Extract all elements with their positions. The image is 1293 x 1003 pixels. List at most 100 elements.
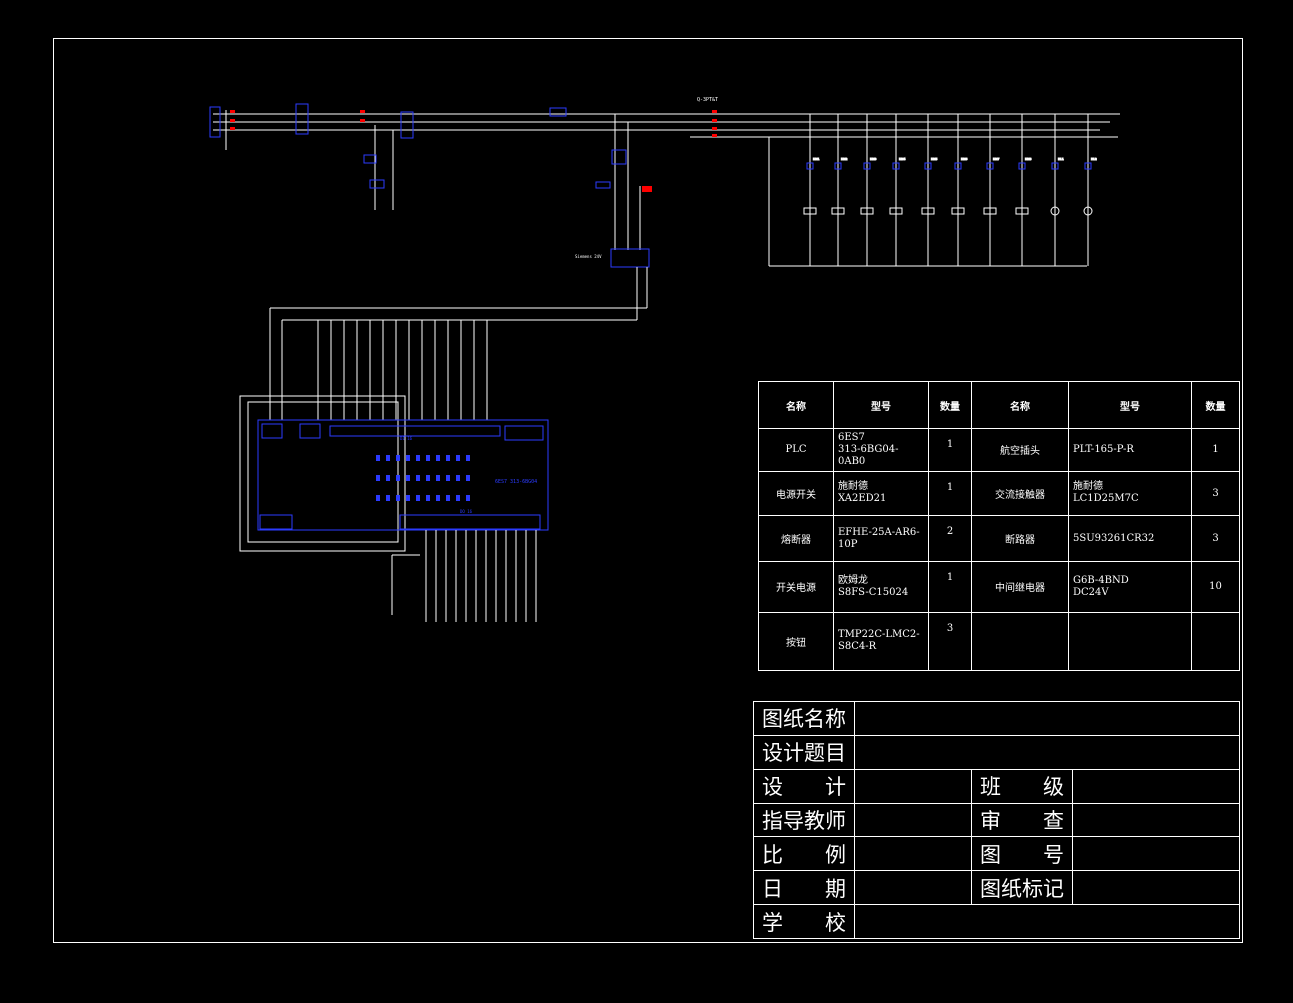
bom-header: 名称	[758, 380, 834, 430]
branch-label: HL2	[1091, 157, 1097, 161]
plc-terminal	[446, 495, 450, 501]
drawing-no-value	[1072, 836, 1240, 872]
bom-header-row: 名称 型号 数量 名称 型号 数量	[758, 380, 1240, 430]
school-value	[854, 904, 1240, 939]
plc-terminal	[456, 455, 460, 461]
branch-label: KM3	[870, 157, 877, 161]
bom-qty-cell: 3	[928, 611, 972, 672]
control-wiring	[239, 267, 648, 552]
bom-model-cell: EFHE-25A-AR6-10P	[833, 514, 929, 563]
bom-model-cell: 施耐德 XA2ED21	[833, 470, 929, 516]
bom-name-cell: PLC	[758, 428, 834, 472]
plc-terminal	[436, 475, 440, 481]
branch-label: KM2	[841, 157, 848, 161]
bom-model-line: 欧姆龙	[838, 574, 868, 586]
bom-row: 开关电源 欧姆龙 S8FS-C15024 1 中间继电器 G6B-4BND DC24V 10	[758, 561, 1240, 613]
bom-header: 数量	[928, 380, 972, 430]
bom-name-cell: 交流接触器	[971, 470, 1069, 516]
bom-model-cell: PLT-165-P-R	[1068, 428, 1192, 472]
bom-table: 名称 型号 数量 名称 型号 数量 PLC 6ES7 313-6BG04-0AB0 1…	[758, 380, 1240, 672]
advisor-label: 指导教师	[753, 802, 855, 838]
branch-label: KM8	[1025, 157, 1032, 161]
di-wires	[317, 320, 488, 420]
bom-name-cell	[971, 611, 1069, 672]
advisor-value	[854, 802, 972, 838]
plc-terminal	[386, 495, 390, 501]
bom-model-line: EFHE-25A-AR6-10P	[838, 526, 920, 550]
bom-qty-cell: 1	[928, 561, 972, 613]
bom-model-cell: 欧姆龙 S8FS-C15024	[833, 561, 929, 613]
plc-return	[391, 554, 420, 615]
bom-row: 熔断器 EFHE-25A-AR6-10P 2 断路器 5SU93261CR32 3	[758, 514, 1240, 563]
bom-row: PLC 6ES7 313-6BG04-0AB0 1 航空插头 PLT-165-P-R 1	[758, 428, 1240, 472]
plc-terminal	[396, 475, 400, 481]
bom-name-cell: 开关电源	[758, 561, 834, 613]
scale-label: 比 例	[753, 836, 855, 872]
review-value	[1072, 802, 1240, 838]
bom-qty-cell: 3	[1191, 470, 1240, 516]
feed-label: Q-3PT&T	[697, 97, 718, 103]
plc-terminal	[456, 475, 460, 481]
branch-label: KM6	[961, 157, 968, 161]
plc-terminal	[406, 475, 410, 481]
bom-qty-cell: 2	[928, 514, 972, 563]
review-label: 审 查	[971, 802, 1073, 838]
scale-value	[854, 836, 972, 872]
bom-model-line: TMP22C-LMC2-	[838, 629, 920, 641]
plc-terminal	[416, 495, 420, 501]
design-topic-value	[854, 734, 1240, 770]
bom-model-line: DC24V	[1073, 586, 1109, 598]
drawing-sheet: KM1 KM2 KM3 KM4 KM5 KM6 KM7 KM8 HL1 HL2	[0, 0, 1293, 1003]
power-bus	[213, 110, 1120, 250]
bom-name-cell: 断路器	[971, 514, 1069, 563]
branch-label: KM1	[813, 157, 820, 161]
do-wires	[425, 530, 537, 622]
bom-header: 型号	[833, 380, 929, 430]
bom-header: 型号	[1068, 380, 1192, 430]
bom-model-cell	[1068, 611, 1192, 672]
bom-model-line: 施耐德	[1073, 481, 1103, 493]
bom-model-line: PLT-165-P-R	[1073, 443, 1134, 455]
bom-model-cell: G6B-4BND DC24V	[1068, 561, 1192, 613]
bom-header: 名称	[971, 380, 1069, 430]
bom-model-cell: 施耐德 LC1D25M7C	[1068, 470, 1192, 516]
bom-qty-cell: 1	[928, 428, 972, 472]
plc-terminal	[386, 475, 390, 481]
plc-terminal	[396, 495, 400, 501]
class-value	[1072, 768, 1240, 804]
class-label: 班 级	[971, 768, 1073, 804]
plc-terminal	[456, 495, 460, 501]
bom-qty-cell: 3	[1191, 514, 1240, 563]
branch-label: HL1	[1058, 157, 1064, 161]
bom-model-line: S8FS-C15024	[838, 586, 909, 598]
plc-terminal	[466, 475, 470, 481]
plc-terminal	[376, 475, 380, 481]
bom-model-line: 5SU93261CR32	[1073, 532, 1155, 544]
date-value	[854, 870, 972, 906]
title-block: 图纸名称 设计题目 设 计 班 级 指导教师 审 查 比 例 图 号 日 期 图…	[753, 701, 1240, 939]
drawing-name-label: 图纸名称	[753, 701, 855, 736]
plc-terminal	[426, 495, 430, 501]
bom-model-line: S8C4-R	[838, 641, 877, 653]
plc-terminal	[426, 475, 430, 481]
do-label: DO 16	[460, 509, 473, 514]
bom-model-line: LC1D25M7C	[1073, 493, 1139, 505]
school-label: 学 校	[753, 904, 855, 939]
drawing-mark-value	[1072, 870, 1240, 906]
plc-terminal	[416, 455, 420, 461]
plc-terminal	[376, 455, 380, 461]
bom-qty-cell: 1	[1191, 428, 1240, 472]
bom-name-cell: 熔断器	[758, 514, 834, 563]
plc-terminal	[396, 455, 400, 461]
plc-terminal	[416, 475, 420, 481]
drawing-name-value	[854, 701, 1240, 736]
bom-qty-cell: 1	[928, 470, 972, 516]
bom-model-cell: TMP22C-LMC2- S8C4-R	[833, 611, 929, 672]
branch-label: KM4	[899, 157, 906, 161]
design-topic-label: 设计题目	[753, 734, 855, 770]
bom-model-line: 313-6BG04-0AB0	[838, 443, 899, 467]
bom-model-line: 施耐德	[838, 481, 868, 493]
plc-terminal	[436, 455, 440, 461]
drawing-mark-label: 图纸标记	[971, 870, 1073, 906]
di-label: DI 16	[400, 436, 413, 441]
